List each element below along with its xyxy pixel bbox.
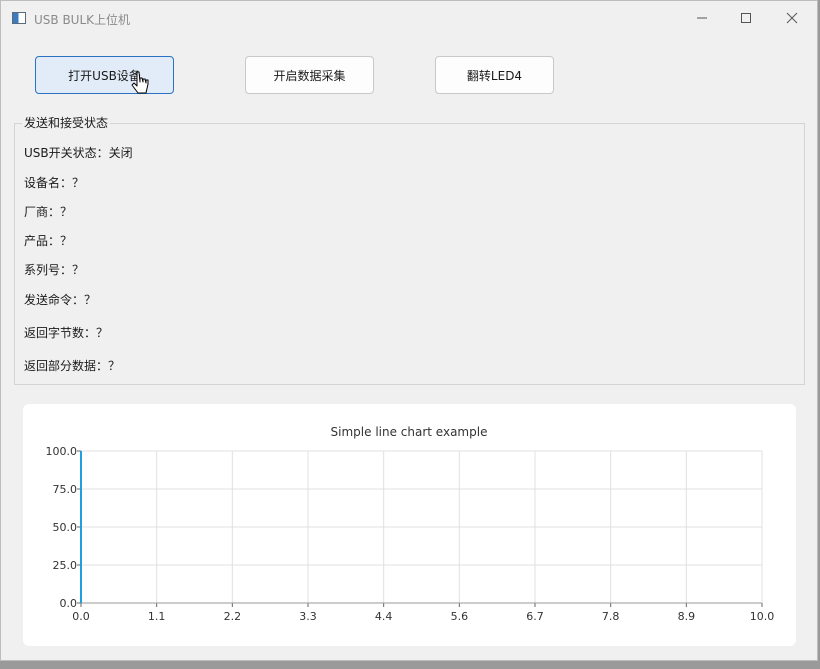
main-window: USB BULK上位机 打开USB设备 开启数据采集 翻转LED4 发送和接受状… [0,0,818,661]
chart-title: Simple line chart example [331,425,488,439]
mouse-cursor-icon [131,71,149,94]
y-tick-label: 50.0 [53,521,78,534]
open-usb-button[interactable]: 打开USB设备 [35,56,174,94]
x-tick-label: 6.7 [526,610,544,623]
close-icon [786,12,798,24]
toggle-led-button[interactable]: 翻转LED4 [435,56,554,94]
title-bar[interactable]: USB BULK上位机 [1,1,817,37]
return-data-label: 返回部分数据：？ [24,359,121,373]
vendor-label: 厂商：？ [24,205,73,219]
x-tick-label: 5.6 [451,610,469,623]
close-button[interactable] [769,1,815,35]
maximize-icon [741,13,751,23]
window-title: USB BULK上位机 [34,13,131,27]
x-tick-label: 0.0 [72,610,90,623]
device-name-label: 设备名：？ [24,176,85,190]
line-chart: Simple line chart example 0.0 25.0 50.0 75.… [46,425,775,623]
x-tick-label: 1.1 [148,610,166,623]
minimize-button[interactable] [679,1,725,35]
status-groupbox [14,123,805,385]
status-group-title: 发送和接受状态 [22,114,111,131]
minimize-icon [697,17,707,19]
x-tick-label: 4.4 [375,610,393,623]
chart-panel: Simple line chart example 0.0 25.0 50.0 75.… [23,404,796,646]
app-icon [12,12,26,24]
x-tick-label: 8.9 [678,610,696,623]
usb-state-label: USB开关状态：关闭 [24,146,133,160]
product-label: 产品：？ [24,234,73,248]
return-bytes-label: 返回字节数：？ [24,326,109,340]
y-tick-label: 100.0 [46,445,78,458]
send-command-label: 发送命令：？ [24,293,97,307]
start-capture-button[interactable]: 开启数据采集 [245,56,374,94]
x-tick-label: 3.3 [299,610,317,623]
x-tick-label: 2.2 [224,610,242,623]
x-tick-label: 7.8 [602,610,620,623]
serial-label: 系列号：？ [24,263,85,277]
maximize-button[interactable] [723,1,769,35]
x-tick-label: 10.0 [750,610,775,623]
y-tick-label: 75.0 [53,483,78,496]
y-tick-label: 0.0 [60,597,78,610]
y-tick-label: 25.0 [53,559,78,572]
